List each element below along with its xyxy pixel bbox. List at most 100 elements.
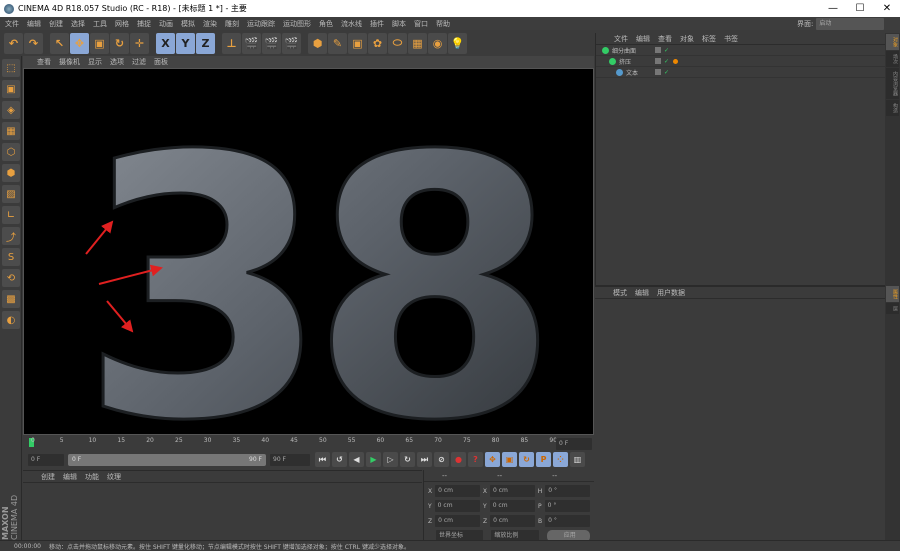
playback-button-icon[interactable]: ?	[468, 452, 483, 467]
end-frame-field[interactable]: 90 F	[270, 454, 310, 466]
object-menu-item[interactable]: 编辑	[636, 34, 650, 44]
object-name[interactable]: 文本	[626, 68, 652, 77]
side-tab[interactable]: 内容浏览器	[886, 68, 899, 99]
menu-item[interactable]: 工具	[93, 19, 107, 29]
toolbar-button-icon[interactable]: ↷	[24, 32, 43, 54]
object-menu-item[interactable]: 查看	[658, 34, 672, 44]
playback-button-icon[interactable]: ▷	[383, 452, 398, 467]
playback-button-icon[interactable]: ▥	[570, 452, 585, 467]
phong-tag-icon[interactable]	[673, 58, 679, 64]
toolbar-button-icon[interactable]: Z	[196, 32, 215, 54]
menu-item[interactable]: 捕捉	[137, 19, 151, 29]
playback-button-icon[interactable]: ↻	[519, 452, 534, 467]
toolbar-button-icon[interactable]: ▦	[408, 32, 427, 54]
toolbar-button-icon[interactable]: ✿	[368, 32, 387, 54]
toolbar-button-icon[interactable]: ◉	[428, 32, 447, 54]
playback-button-icon[interactable]: ⏮	[315, 452, 330, 467]
toolbar-button-icon[interactable]: ▣	[90, 32, 109, 54]
side-tab[interactable]: 对象	[886, 34, 899, 50]
minimize-button[interactable]: —	[820, 0, 846, 17]
coord-field[interactable]: 0 °	[545, 485, 591, 497]
coord-field[interactable]: 0 °	[545, 515, 590, 527]
menu-item[interactable]: 模拟	[181, 19, 195, 29]
toolbar-button-icon[interactable]: ⬢	[308, 32, 327, 54]
toolbar-button-icon[interactable]: 🎬	[242, 32, 261, 54]
toolbar-button-icon[interactable]: X	[156, 32, 175, 54]
playback-button-icon[interactable]: P	[536, 452, 551, 467]
menu-item[interactable]: 编辑	[27, 19, 41, 29]
object-row[interactable]: 文本 ✓	[596, 67, 885, 78]
menu-item[interactable]: 角色	[319, 19, 333, 29]
menu-item[interactable]: 渲染	[203, 19, 217, 29]
range-slider[interactable]: 0 F 90 F	[68, 454, 266, 466]
mode-tool-icon[interactable]: ▣	[2, 80, 20, 98]
object-menu-item[interactable]: 标签	[702, 34, 716, 44]
playback-button-icon[interactable]: ▣	[502, 452, 517, 467]
object-name[interactable]: 细分曲面	[612, 46, 652, 55]
mode-tool-icon[interactable]: ⤴	[2, 227, 20, 245]
playback-button-icon[interactable]: ⏭	[417, 452, 432, 467]
object-menu-item[interactable]: 书签	[724, 34, 738, 44]
side-tab[interactable]: 属性	[886, 286, 899, 302]
mode-tool-icon[interactable]: ▩	[2, 290, 20, 308]
menu-item[interactable]: 帮助	[436, 19, 450, 29]
menu-item[interactable]: 创建	[49, 19, 63, 29]
playback-button-icon[interactable]: ⁘	[553, 452, 568, 467]
playback-button-icon[interactable]: ▶	[366, 452, 381, 467]
material-menu-item[interactable]: 编辑	[63, 472, 77, 482]
playback-button-icon[interactable]: ●	[451, 452, 466, 467]
visibility-toggle-icon[interactable]	[655, 69, 661, 75]
coord-field[interactable]: 0 °	[544, 500, 590, 512]
menu-item[interactable]: 流水线	[341, 19, 362, 29]
toolbar-button-icon[interactable]: ✛	[130, 32, 149, 54]
material-menu-item[interactable]: 功能	[85, 472, 99, 482]
object-menu-item[interactable]: 文件	[614, 34, 628, 44]
mode-tool-icon[interactable]: ▨	[2, 185, 20, 203]
menu-item[interactable]: 脚本	[392, 19, 406, 29]
attribute-menu-item[interactable]: 编辑	[635, 288, 649, 298]
visibility-toggle-icon[interactable]	[655, 58, 661, 64]
menu-item[interactable]: 网格	[115, 19, 129, 29]
enabled-check-icon[interactable]: ✓	[664, 47, 669, 54]
attribute-menu-item[interactable]: 用户数据	[657, 288, 685, 298]
viewport-menu-item[interactable]: 选项	[110, 57, 124, 67]
object-row[interactable]: 细分曲面 ✓	[596, 45, 885, 56]
viewport-menu-item[interactable]: 显示	[88, 57, 102, 67]
toolbar-button-icon[interactable]: ⊥	[222, 32, 241, 54]
mode-tool-icon[interactable]: S	[2, 248, 20, 266]
current-frame-field[interactable]: 0 F	[556, 438, 592, 450]
menu-item[interactable]: 运动图形	[283, 19, 311, 29]
layout-dropdown[interactable]: 启动	[816, 18, 885, 30]
coord-field[interactable]: 0 cm	[490, 515, 535, 527]
menu-item[interactable]: 窗口	[414, 19, 428, 29]
coord-field[interactable]: 0 cm	[434, 500, 481, 512]
mode-tool-icon[interactable]: ⬢	[2, 164, 20, 182]
toolbar-button-icon[interactable]: ↻	[110, 32, 129, 54]
mode-tool-icon[interactable]: ⬡	[2, 143, 20, 161]
viewport-menu-item[interactable]: 过滤	[132, 57, 146, 67]
playback-button-icon[interactable]: ↻	[400, 452, 415, 467]
playback-button-icon[interactable]: ✥	[485, 452, 500, 467]
playback-button-icon[interactable]: ⊘	[434, 452, 449, 467]
viewport-menu-item[interactable]: 摄像机	[59, 57, 80, 67]
coord-field[interactable]: 0 cm	[435, 485, 480, 497]
object-name[interactable]: 挤压	[619, 57, 652, 66]
toolbar-button-icon[interactable]: ▣	[348, 32, 367, 54]
menu-item[interactable]: 插件	[370, 19, 384, 29]
maximize-button[interactable]: ☐	[847, 0, 873, 17]
mode-tool-icon[interactable]: ⬚	[2, 59, 20, 77]
toolbar-button-icon[interactable]: Y	[176, 32, 195, 54]
close-button[interactable]: ✕	[874, 0, 900, 17]
material-menu-item[interactable]: 纹理	[107, 472, 121, 482]
object-row[interactable]: 挤压 ✓	[596, 56, 885, 67]
viewport[interactable]: 38	[23, 68, 594, 501]
menu-item[interactable]: 文件	[5, 19, 19, 29]
toolbar-button-icon[interactable]: ✎	[328, 32, 347, 54]
mode-tool-icon[interactable]: ◈	[2, 101, 20, 119]
toolbar-button-icon[interactable]: ↶	[4, 32, 23, 54]
object-menu-item[interactable]: 对象	[680, 34, 694, 44]
attribute-menu-item[interactable]: 模式	[613, 288, 627, 298]
material-menu-item[interactable]: 创建	[41, 472, 55, 482]
menu-item[interactable]: 雕刻	[225, 19, 239, 29]
toolbar-button-icon[interactable]: ✥	[70, 32, 89, 54]
